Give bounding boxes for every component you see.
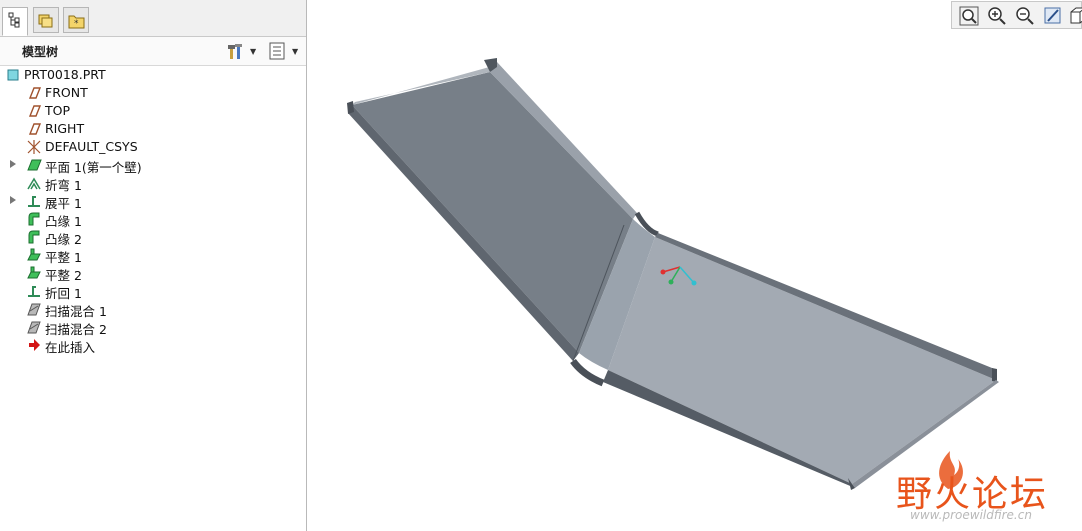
show-columns-button[interactable]: ▼ xyxy=(268,41,298,61)
bend-back-icon xyxy=(26,283,42,299)
datum-plane-icon xyxy=(26,103,42,119)
tree-item-swept-blend-1[interactable]: 扫描混合 1 xyxy=(0,300,300,319)
unbend-icon xyxy=(26,193,42,209)
model-tree-tab[interactable] xyxy=(2,7,28,36)
tree-item-bend[interactable]: 折弯 1 xyxy=(0,174,300,193)
flat-wall-icon xyxy=(26,265,42,281)
swept-blend-icon xyxy=(26,301,42,317)
tree-item-bend-back[interactable]: 折回 1 xyxy=(0,282,300,301)
tree-item-planar-wall[interactable]: 平面 1(第一个壁) xyxy=(0,156,300,175)
svg-text:*: * xyxy=(74,19,79,29)
swept-blend-icon xyxy=(26,319,42,335)
watermark-url: www.proewildfire.cn xyxy=(910,508,1032,522)
navigator-tabs: * xyxy=(0,0,306,37)
tree-item-top[interactable]: TOP xyxy=(0,102,300,120)
datum-plane-icon xyxy=(26,85,42,101)
tree-item-flange-1[interactable]: 凸缘 1 xyxy=(0,210,300,229)
tree-item-front[interactable]: FRONT xyxy=(0,84,300,102)
tree-item-insert-here[interactable]: 在此插入 xyxy=(0,336,300,355)
favorites-tab[interactable]: * xyxy=(63,7,89,33)
tree-item-csys[interactable]: DEFAULT_CSYS xyxy=(0,138,300,156)
csys-icon xyxy=(26,139,42,155)
tree-settings-button[interactable]: ▼ xyxy=(226,41,256,61)
tree-item-root[interactable]: PRT0018.PRT xyxy=(0,66,300,84)
flange-icon xyxy=(26,211,42,227)
folder-browser-icon xyxy=(38,14,53,28)
model-tree-title: 模型树 xyxy=(22,45,59,59)
planar-wall-icon xyxy=(26,157,42,173)
expand-arrow-icon[interactable] xyxy=(10,160,16,168)
upper-flange-end xyxy=(347,101,354,114)
graphics-window[interactable]: 野火论坛 www.proewildfire.cn xyxy=(307,0,1082,531)
part-icon xyxy=(6,67,22,83)
datum-plane-icon xyxy=(26,121,42,137)
tree-item-right[interactable]: RIGHT xyxy=(0,120,300,138)
favorites-folder-icon: * xyxy=(68,15,85,29)
folder-browser-tab[interactable] xyxy=(33,7,59,33)
list-columns-icon xyxy=(269,42,285,60)
model-tree-icon xyxy=(8,12,20,28)
tree-item-flange-2[interactable]: 凸缘 2 xyxy=(0,228,300,247)
tools-icon xyxy=(228,44,242,59)
bend-icon xyxy=(26,175,42,191)
chevron-down-icon: ▼ xyxy=(250,47,257,56)
flange-icon xyxy=(26,229,42,245)
left-panel: * 模型树 ▼ ▼ PRT0018.PRT FRONT TOP RIGHT DE… xyxy=(0,0,307,531)
insert-here-arrow-icon xyxy=(26,337,42,353)
model-tree-header: 模型树 ▼ ▼ xyxy=(0,37,306,66)
chevron-down-icon: ▼ xyxy=(292,47,299,56)
flat-wall-icon xyxy=(26,247,42,263)
proewildfire-watermark: 野火论坛 www.proewildfire.cn xyxy=(890,451,1060,525)
tree-item-unbend[interactable]: 展平 1 xyxy=(0,192,300,211)
expand-arrow-icon[interactable] xyxy=(10,196,16,204)
tree-item-flat-1[interactable]: 平整 1 xyxy=(0,246,300,265)
lower-back-flange-end xyxy=(992,368,997,382)
upper-arm-face xyxy=(352,72,633,353)
tree-item-flat-2[interactable]: 平整 2 xyxy=(0,264,300,283)
tree-item-swept-blend-2[interactable]: 扫描混合 2 xyxy=(0,318,300,337)
